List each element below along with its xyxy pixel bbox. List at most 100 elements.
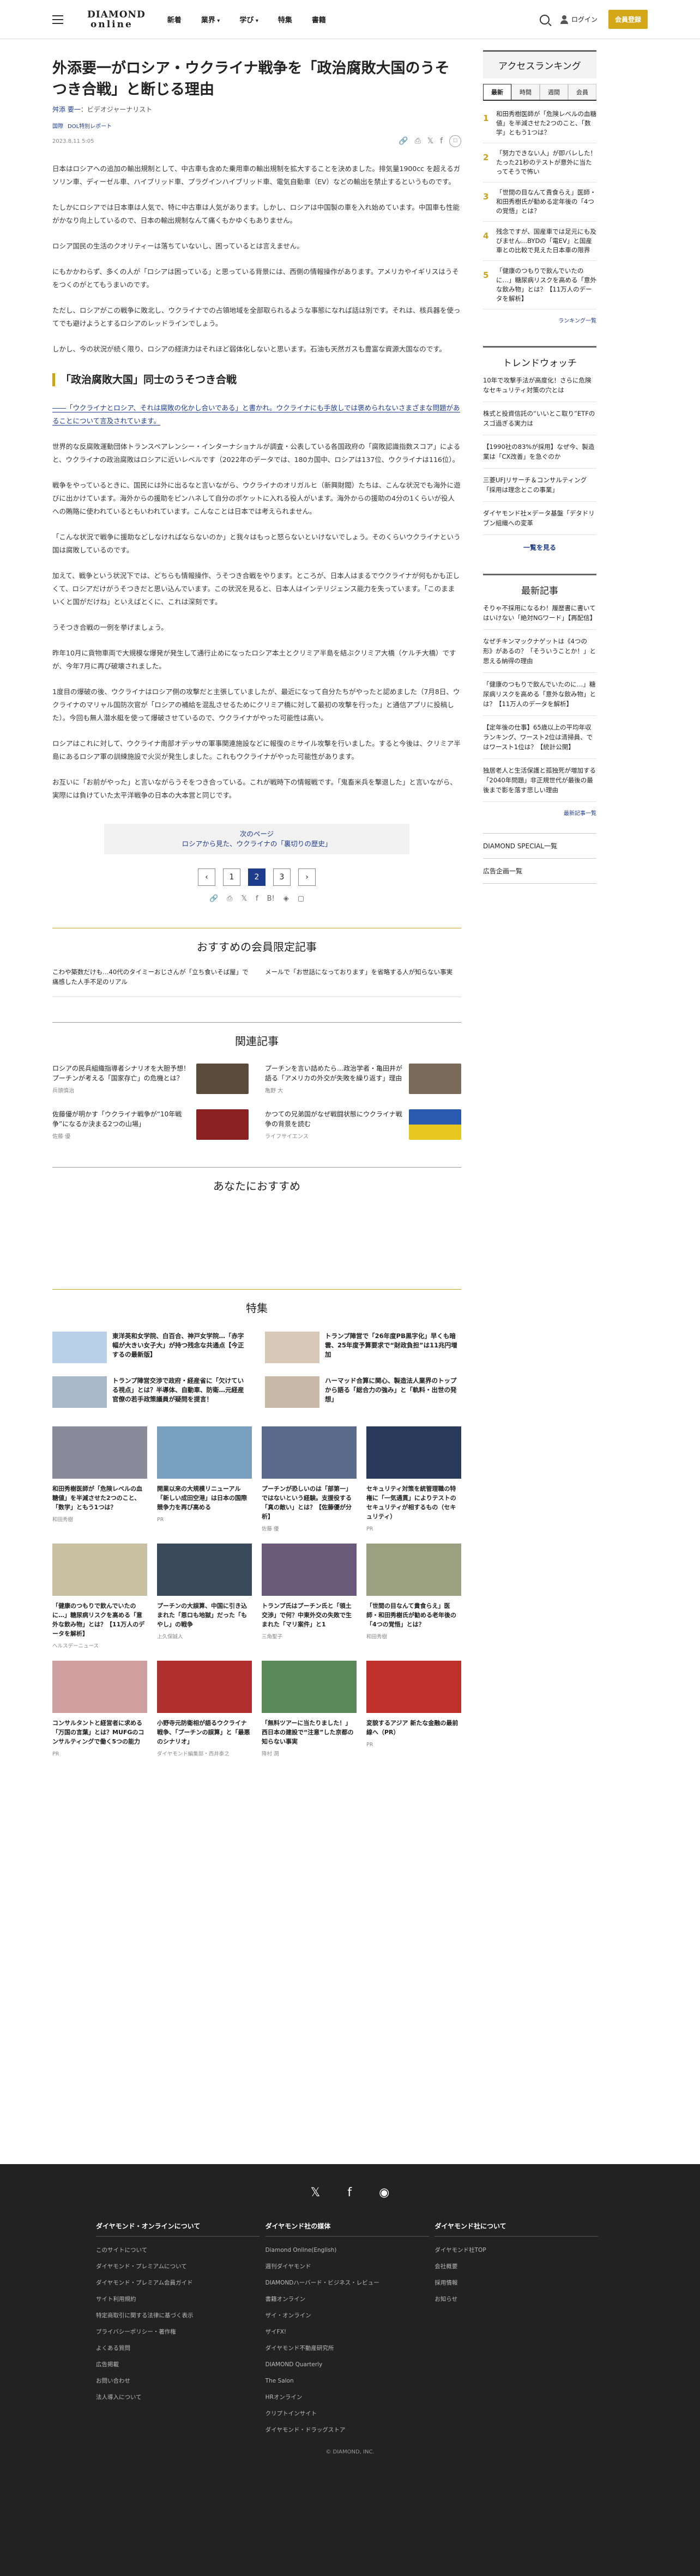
footer-link[interactable]: ダイヤモンド・ドラッグストア [265,2422,435,2438]
grid-article[interactable]: 小野寺元防衛相が語るウクライナ戦争、「プーチンの誤算」と「最悪のシナリオ」 ダイヤ… [157,1661,252,1759]
grid-article[interactable]: 変貌するアジア 新たな金融の最前線へ（PR） PR [366,1661,461,1759]
category-link[interactable]: 国際 [52,121,63,130]
facebook-icon[interactable]: f [347,2186,352,2200]
page-3-button[interactable]: 3 [273,868,291,886]
latest-item[interactable]: そりゃ不採用になるわ！履歴書に書いてはいけない「絶対NGワード」【再配信】 [483,597,596,630]
footer-link[interactable]: DIAMONDハーバード・ビジネス・レビュー [265,2275,435,2291]
grid-article[interactable]: 「世間の目なんて貴食らえ」医師・和田秀樹氏が勧める老年後の「4つの覚悟」とは？和… [366,1544,461,1651]
footer-link[interactable]: ダイヤモンド・プレミアムについて [96,2258,265,2275]
register-button[interactable]: 会員登録 [608,10,648,29]
nav-learn[interactable]: 学び [239,14,258,25]
bookmark-icon[interactable]: 🔗 [209,895,218,903]
latest-item[interactable]: 【定年後の仕事】65歳以上の平均年収ランキング、ワースト2位は清掃員、ではワース… [483,716,596,759]
author-name[interactable]: 舛添 要一 [52,106,81,113]
line-icon[interactable]: ▢ [298,895,304,903]
pocket-icon[interactable]: ◈ [283,895,289,903]
footer-link[interactable]: The Salon [265,2373,435,2389]
menu-icon[interactable] [52,15,63,24]
related-article[interactable]: かつての兄弟国がなぜ戦闘状態にウクライナ戦争の背景を読む ライフサイエンス [265,1109,461,1142]
ranking-item[interactable]: 3 「世間の目なんて貴食らえ」医師・和田秀樹氏が勧める定年後の「4つの覚悟」とは？ [483,183,596,222]
related-article[interactable]: 佐藤優が明かす「ウクライナ戦争が“10年戦争”になるか決まる2つの山場」 佐藤 優 [52,1109,249,1142]
print-icon[interactable]: ⎙ [227,895,232,903]
tab-week[interactable]: 週間 [540,84,568,100]
latest-item[interactable]: 独居老人と生活保護と孤独死が増加する「2040年問題」非正規世代が最後の最後まで… [483,759,596,802]
grid-article[interactable]: コンサルタントと経営者に求める「万国の言葉」とは？MUFGのコンサルティングで働… [52,1661,147,1759]
page-1-button[interactable]: 1 [223,868,240,886]
related-article[interactable]: ロシアの民兵組織指導者シナリオを大胆予想！プーチンが考える「国家存亡」の危機とは… [52,1064,249,1096]
grid-article[interactable]: 和田秀樹医師が「危険レベルの血糖値」を半減させた2つのこと、「数学」ともう1つは… [52,1426,147,1534]
next-page-link[interactable]: 次のページ ロシアから見た、ウクライナの「裏切りの歴史」 [104,824,409,854]
footer-link[interactable]: 週刊ダイヤモンド [265,2258,435,2275]
diamond-special-link[interactable]: DIAMOND SPECIAL一覧 [483,833,596,859]
footer-link[interactable]: ダイヤモンド不動産研究所 [265,2340,435,2356]
ranking-item[interactable]: 2 「努力できない人」が即バレした！たった21秒のテストが意外に当たってそうで怖い [483,143,596,183]
hatena-icon[interactable]: B! [267,895,275,903]
footer-link[interactable]: ザイFX! [265,2324,435,2340]
tab-latest[interactable]: 最新 [483,84,511,100]
grid-article[interactable]: プーチンが恐しいのは「部第一」ではないという経験。支援役する「真の敵い」とは？【… [262,1426,357,1534]
trend-item[interactable]: ダイヤモンド社×データ基盤「デタドリブン組織への変革 [483,502,596,535]
footer-link[interactable]: ダイヤモンド・プレミアム会員ガイド [96,2275,265,2291]
trend-item[interactable]: 三菱UFJリサーチ＆コンサルティング「採用は理念とこの事業」 [483,469,596,502]
footer-link[interactable]: お問い合わせ [96,2373,265,2389]
grid-article[interactable]: トランプ氏はプーチン氏と「領土交渉」で何？中東外交の失敗で生まれた「マリ案件」と… [262,1544,357,1651]
x-icon[interactable]: 𝕏 [311,2186,321,2200]
feature-article[interactable]: トランプ陣営交渉で政府・経産省に「欠けている視点」とは？半導体、自動車、防衛…元… [52,1376,249,1408]
footer-link[interactable]: Diamond Online(English) [265,2242,435,2258]
footer-link[interactable]: 広告掲載 [96,2356,265,2373]
ad-list-link[interactable]: 広告企画一覧 [483,859,596,884]
next-page-button[interactable]: › [298,868,316,886]
grid-article[interactable]: 「健康のつもりで飲んでいたのに…」糖尿病リスクを高める「意外な飲み物」とは？【1… [52,1544,147,1651]
trend-item[interactable]: 株式と投資信託の“いいとこ取り”ETFのスゴ過ぎる実力は [483,402,596,435]
footer-link[interactable]: HRオンライン [265,2389,435,2405]
trend-item[interactable]: 【1990社の83%が採用】なぜ今、製造業は「CX改善」を急ぐのか [483,435,596,469]
related-article[interactable]: プーチンを言い詰めたら…政治学者・亀田井が語る「アメリカの外交が失敗を繰り返す」… [265,1064,461,1096]
ranking-item[interactable]: 1 和田秀樹医師が「危険レベルの血糖値」を半減させた2つのこと、「数学」ともう1つ… [483,104,596,143]
facebook-icon[interactable]: f [256,895,258,903]
ranking-item[interactable]: 5 「健康のつもりで飲んでいたのに…」糖尿病リスクを高める「意外な飲み物」とは？【… [483,261,596,309]
tab-member[interactable]: 会員 [568,84,596,100]
grid-article[interactable]: プーチンの大誤算、中国に引き込まれた「恩ロも地獄」だった「もやし」の戦争 上久保誠… [157,1544,252,1651]
footer-link[interactable]: プライバシーポリシー・著作権 [96,2324,265,2340]
footer-link[interactable]: 法人導入について [96,2389,265,2405]
grid-article[interactable]: 開業以来の大規模リニューアル「新しい成田空港」は日本の国際競争力を再び高める PR [157,1426,252,1534]
page-2-button[interactable]: 2 [248,868,265,886]
nav-new[interactable]: 新着 [167,14,182,25]
nav-books[interactable]: 書籍 [312,14,326,25]
footer-link[interactable]: ダイヤモンド社TOP [435,2242,604,2258]
x-share-icon[interactable]: 𝕏 [427,137,433,145]
feature-article[interactable]: ハーマッド合算に関心、製造法人業界のトップから語る「総合力の強み」と「軌料・出世… [265,1376,461,1408]
grid-article[interactable]: 「無料ツアーに当たりました！」西日本の建設で“注意”した京都の知らない事実 降村 … [262,1661,357,1759]
footer-link[interactable]: クリプトインサイト [265,2405,435,2422]
footer-link[interactable]: ザイ・オンライン [265,2307,435,2324]
gift-icon[interactable]: ☐ [449,135,461,147]
feature-article[interactable]: 東洋英和女学院、白百合、神戸女学院…「赤字幅が大きい女子大」が持つ残念な共通点【… [52,1332,249,1363]
footer-link[interactable]: DIAMOND Quarterly [265,2356,435,2373]
footer-link[interactable]: サイト利用規約 [96,2291,265,2307]
category-link[interactable]: DOL特別レポート [68,121,112,130]
member-article-link[interactable]: こわや築数だけも…40代のタイミーおじさんが「立ち食いそば屋」で痛感した人手不足… [52,967,249,987]
nav-industry[interactable]: 業界 [201,14,220,25]
footer-link[interactable]: このサイトについて [96,2242,265,2258]
latest-item[interactable]: なぜチキンマックナゲットは《4つの形》があるの？「そういうことか！」と思える納得… [483,630,596,673]
footer-link[interactable]: 書籍オンライン [265,2291,435,2307]
member-article-link[interactable]: メールで「お世話になっております」を省略する人が知らない事実 [265,967,461,987]
footer-link[interactable]: 会社概要 [435,2258,604,2275]
bookmark-icon[interactable]: 🔗 [399,137,408,145]
trend-item[interactable]: 10年で攻撃手法が高度化！さらに危険なセキュリティ対策の穴とは [483,369,596,402]
search-icon[interactable] [539,14,550,25]
footer-link[interactable]: お知らせ [435,2291,604,2307]
footer-link[interactable]: 採用情報 [435,2275,604,2291]
tab-hour[interactable]: 時間 [511,84,540,100]
latest-more-link[interactable]: 最新記事一覧 [483,809,596,817]
site-logo[interactable]: DIAMOND online [87,10,146,29]
ranking-more-link[interactable]: ランキング一覧 [483,316,596,324]
print-icon[interactable]: ⎙ [415,137,421,145]
latest-item[interactable]: 「健康のつもりで飲んでいたのに…」糖尿病リスクを高める「意外な飲み物」とは？【1… [483,673,596,716]
footer-link[interactable]: 特定商取引に関する法律に基づく表示 [96,2307,265,2324]
ranking-item[interactable]: 4 残念ですが、国産車では足元にも及びません…BYDの「電EV」と国産車との比較で… [483,222,596,261]
feature-article[interactable]: トランプ陣営で「26年度PB黒字化」早くも暗雲、25年度予算要求で“財政負担”は… [265,1332,461,1363]
rss-icon[interactable]: ◉ [379,2186,389,2200]
prev-page-button[interactable]: ‹ [198,868,215,886]
grid-article[interactable]: セキュリティ対策を統管理職の特権に「一気通貫」によりテストのセキュリティが相する… [366,1426,461,1534]
